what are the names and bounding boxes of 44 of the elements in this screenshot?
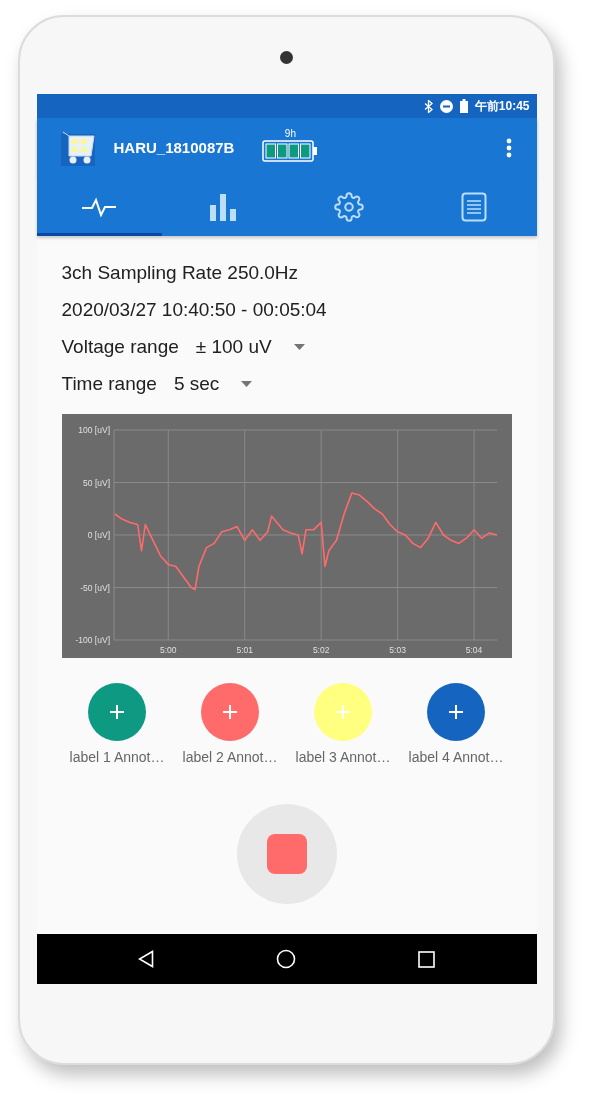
document-icon bbox=[461, 192, 487, 222]
x-axis-label: 5:04 bbox=[465, 645, 482, 655]
add-annotation-button[interactable] bbox=[201, 683, 259, 741]
plus-icon bbox=[109, 704, 125, 720]
back-icon[interactable] bbox=[137, 950, 154, 968]
x-axis-label: 5:03 bbox=[388, 645, 406, 655]
x-axis-label: 5:01 bbox=[235, 645, 253, 655]
annotation-label: label 4 Annot… bbox=[408, 748, 504, 767]
range-dropdown[interactable]: 5 sec bbox=[173, 369, 253, 399]
caret-icon bbox=[241, 381, 253, 387]
status-time: 午前10:45 bbox=[474, 98, 530, 115]
sampling-rate-text: 3ch Sampling Rate 250.0Hz bbox=[61, 261, 300, 285]
home-icon[interactable] bbox=[276, 949, 296, 969]
y-axis-label: -100 [uV] bbox=[75, 635, 110, 645]
x-axis-label: 5:00 bbox=[159, 645, 177, 655]
annotation-label: label 3 Annot… bbox=[295, 748, 391, 767]
annotation-label: label 1 Annot… bbox=[69, 748, 165, 767]
add-annotation-button[interactable] bbox=[88, 683, 146, 741]
bar-chart-icon bbox=[209, 193, 239, 221]
range-dropdown[interactable]: ± 100 uV bbox=[195, 332, 305, 362]
annotation-label: label 2 Annot… bbox=[182, 748, 278, 767]
recents-icon[interactable] bbox=[418, 950, 436, 968]
do-not-disturb-icon bbox=[439, 99, 453, 113]
battery-status-icon bbox=[459, 99, 468, 113]
setting-label: Voltage range bbox=[61, 334, 179, 359]
settings-icon bbox=[334, 192, 364, 222]
x-axis-label: 5:02 bbox=[312, 645, 329, 655]
waveform-icon bbox=[81, 197, 117, 217]
battery-hours: 9h bbox=[284, 128, 296, 140]
add-annotation-button[interactable] bbox=[427, 683, 485, 741]
plus-icon bbox=[448, 704, 464, 720]
plus-icon bbox=[222, 704, 238, 720]
plus-icon bbox=[335, 704, 351, 720]
y-axis-label: 50 [uV] bbox=[82, 477, 110, 488]
more-icon bbox=[505, 138, 512, 158]
bluetooth-icon bbox=[423, 99, 433, 113]
battery-icon bbox=[262, 140, 319, 162]
setting-label: Time range bbox=[61, 371, 157, 396]
device-name: HARU_1810087B bbox=[113, 137, 235, 158]
caret-icon bbox=[293, 344, 305, 350]
y-axis-label: 0 [uV] bbox=[87, 530, 110, 540]
y-axis-label: 100 [uV] bbox=[77, 425, 110, 435]
y-axis-label: -50 [uV] bbox=[79, 582, 110, 593]
recording-time-text: 2020/03/27 10:40:50 - 00:05:04 bbox=[61, 298, 328, 322]
